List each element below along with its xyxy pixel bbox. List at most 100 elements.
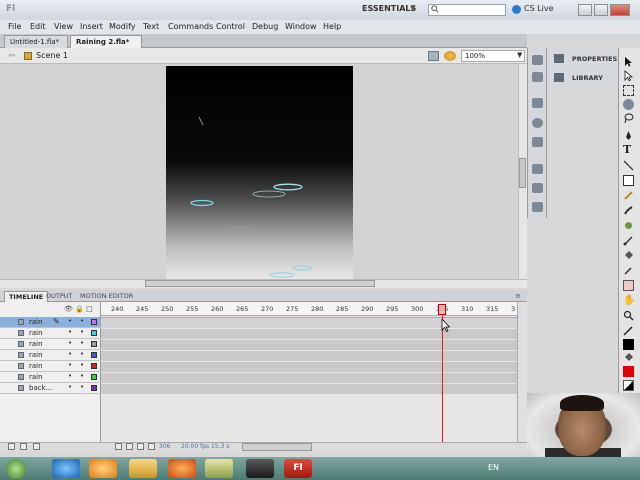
- lasso-tool-icon[interactable]: [623, 113, 634, 124]
- layer-color-swatch[interactable]: [91, 363, 97, 369]
- menu-edit[interactable]: Edit: [30, 22, 46, 31]
- frame-span[interactable]: [101, 362, 517, 372]
- eraser-tool-icon[interactable]: [623, 280, 634, 291]
- cs-live-button[interactable]: CS Live: [524, 4, 554, 13]
- tab-output[interactable]: OUTPUT: [42, 291, 77, 302]
- selection-tool-icon[interactable]: [623, 56, 634, 67]
- frame-span[interactable]: [101, 340, 517, 350]
- zoom-tool-icon[interactable]: [623, 310, 634, 321]
- onion-outline-icon[interactable]: [137, 443, 144, 450]
- visibility-dot[interactable]: •: [68, 361, 72, 369]
- motion-presets-icon[interactable]: [532, 183, 543, 193]
- layer-color-swatch[interactable]: [91, 385, 97, 391]
- minimize-button[interactable]: [578, 4, 592, 16]
- components-icon[interactable]: [532, 164, 543, 174]
- firefox-taskbar-icon[interactable]: [168, 459, 196, 478]
- zoom-select[interactable]: 100%: [461, 50, 525, 62]
- flash-taskbar-icon[interactable]: Fl: [284, 459, 312, 478]
- doc-tab-raining[interactable]: Raining 2.fla* ×: [70, 35, 142, 54]
- layer-color-swatch[interactable]: [91, 374, 97, 380]
- menu-view[interactable]: View: [54, 22, 73, 31]
- frame-span[interactable]: [101, 384, 517, 394]
- free-transform-tool-icon[interactable]: [623, 85, 634, 96]
- current-frame[interactable]: 306: [159, 443, 170, 450]
- bone-tool-icon[interactable]: [623, 235, 634, 246]
- chevron-down-icon[interactable]: ▼: [410, 4, 415, 12]
- line-tool-icon[interactable]: [623, 160, 634, 171]
- stroke-color-swatch[interactable]: [623, 339, 634, 350]
- stage-canvas[interactable]: [166, 66, 353, 279]
- explorer-taskbar-icon[interactable]: [129, 459, 157, 478]
- visibility-dot[interactable]: •: [68, 317, 72, 325]
- start-button[interactable]: [6, 459, 26, 479]
- properties-panel-button[interactable]: PROPERTIES: [572, 55, 617, 63]
- timeline-vertical-scrollbar[interactable]: [517, 302, 527, 442]
- delete-layer-icon[interactable]: [33, 443, 40, 450]
- tab-motion-editor[interactable]: MOTION EDITOR: [76, 291, 137, 302]
- pencil-tool-icon[interactable]: [623, 190, 634, 201]
- camera-taskbar-icon[interactable]: [246, 459, 274, 478]
- menu-text[interactable]: Text: [143, 22, 159, 31]
- lock-dot[interactable]: •: [80, 339, 84, 347]
- menu-modify[interactable]: Modify: [109, 22, 136, 31]
- language-indicator[interactable]: EN: [488, 463, 499, 472]
- panel-menu-icon[interactable]: ≡: [515, 292, 521, 300]
- close-button[interactable]: [610, 4, 630, 16]
- paint-bucket-tool-icon[interactable]: [623, 250, 634, 261]
- code-snippets-icon[interactable]: [532, 202, 543, 212]
- layer-header-icons[interactable]: 👁 🔒 □: [64, 305, 93, 313]
- text-tool-icon[interactable]: T: [623, 144, 634, 155]
- visibility-dot[interactable]: •: [68, 383, 72, 391]
- menu-window[interactable]: Window: [285, 22, 317, 31]
- maximize-button[interactable]: [594, 4, 608, 16]
- lock-dot[interactable]: •: [80, 372, 84, 380]
- lock-dot[interactable]: •: [80, 350, 84, 358]
- fill-color-icon[interactable]: [623, 352, 634, 363]
- lock-dot[interactable]: •: [80, 317, 84, 325]
- subselection-tool-icon[interactable]: [623, 70, 634, 81]
- lock-icon[interactable]: 🔒: [75, 305, 84, 313]
- playhead[interactable]: [438, 304, 446, 315]
- visibility-dot[interactable]: •: [68, 350, 72, 358]
- menu-debug[interactable]: Debug: [252, 22, 278, 31]
- lock-dot[interactable]: •: [80, 361, 84, 369]
- lock-dot[interactable]: •: [80, 383, 84, 391]
- fill-color-swatch[interactable]: [623, 366, 634, 377]
- search-input[interactable]: [428, 4, 506, 16]
- visibility-dot[interactable]: •: [68, 328, 72, 336]
- align-icon[interactable]: [532, 98, 543, 108]
- brush-tool-icon[interactable]: [623, 205, 634, 216]
- scrollbar-thumb[interactable]: [519, 158, 526, 188]
- edit-scene-icon[interactable]: [428, 51, 439, 61]
- scrollbar-thumb[interactable]: [145, 280, 375, 287]
- frame-span[interactable]: [101, 318, 517, 328]
- swap-colors-icon[interactable]: [623, 380, 634, 391]
- properties-panel-icon[interactable]: [532, 55, 543, 65]
- library-panel-button[interactable]: LIBRARY: [572, 74, 603, 82]
- cs-live-icon[interactable]: [512, 5, 521, 14]
- eye-icon[interactable]: 👁: [64, 305, 73, 313]
- frame-span[interactable]: [101, 329, 517, 339]
- eyedropper-tool-icon[interactable]: [623, 265, 634, 276]
- transform-icon[interactable]: [532, 137, 543, 147]
- outline-icon[interactable]: □: [86, 305, 93, 313]
- deco-tool-icon[interactable]: [623, 220, 634, 231]
- layer-color-swatch[interactable]: [91, 352, 97, 358]
- rectangle-tool-icon[interactable]: [623, 175, 634, 186]
- menu-help[interactable]: Help: [323, 22, 341, 31]
- frame-rate[interactable]: 20.00 fps: [181, 443, 209, 450]
- edit-symbols-icon[interactable]: [444, 51, 456, 61]
- notes-taskbar-icon[interactable]: [205, 459, 233, 478]
- center-frame-icon[interactable]: [115, 443, 122, 450]
- menu-control[interactable]: Control: [216, 22, 245, 31]
- onion-skin-icon[interactable]: [126, 443, 133, 450]
- new-layer-icon[interactable]: [8, 443, 15, 450]
- layer-color-swatch[interactable]: [91, 319, 97, 325]
- menu-file[interactable]: File: [8, 22, 21, 31]
- media-player-taskbar-icon[interactable]: [89, 459, 117, 478]
- pen-tool-icon[interactable]: [623, 130, 634, 141]
- layer-color-swatch[interactable]: [91, 341, 97, 347]
- library-panel-icon[interactable]: [532, 72, 543, 82]
- new-folder-icon[interactable]: [20, 443, 27, 450]
- layer-color-swatch[interactable]: [91, 330, 97, 336]
